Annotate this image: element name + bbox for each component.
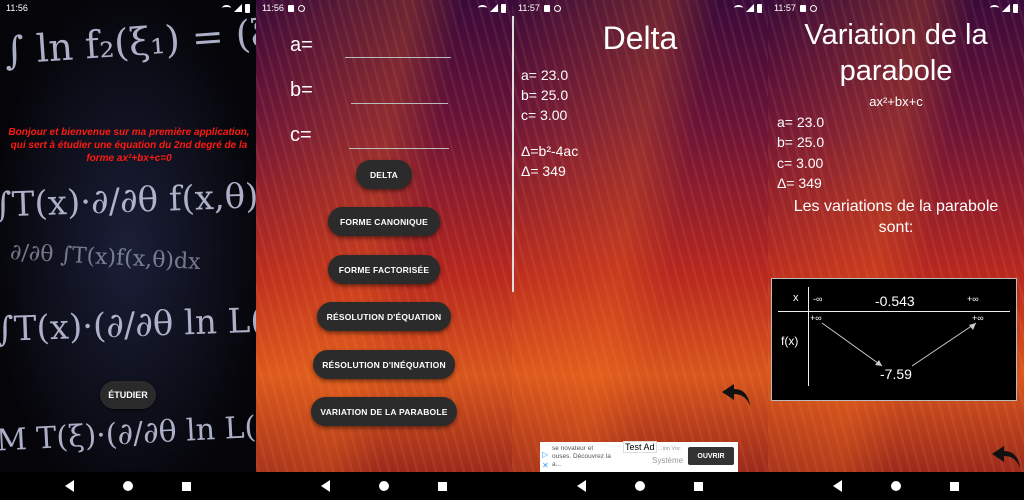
a-field[interactable] [345, 57, 451, 58]
wifi-icon [222, 5, 231, 11]
ad-text-3: a... [552, 461, 562, 468]
back-nav-icon[interactable] [320, 480, 330, 492]
ad-open-button[interactable]: OUVRIR [688, 447, 734, 465]
a-label: a= [290, 34, 313, 56]
recents-nav-icon[interactable] [438, 481, 448, 491]
navigation-bar [0, 472, 256, 500]
sync-icon [297, 4, 305, 12]
navigation-bar [512, 472, 768, 500]
status-bar: 11:57 [512, 0, 768, 16]
navigation-bar [768, 472, 1024, 500]
back-nav-icon[interactable] [64, 480, 74, 492]
wifi-icon [478, 5, 487, 11]
recents-nav-icon[interactable] [182, 481, 192, 491]
a-value: a= 23.0 [777, 114, 825, 130]
factored-form-button[interactable]: FORME FACTORISÉE [328, 255, 440, 284]
ad-choices-icon[interactable]: ▷ [542, 450, 548, 459]
signal-icon [746, 4, 754, 12]
back-arrow-icon[interactable] [990, 444, 1022, 470]
home-nav-icon[interactable] [890, 481, 901, 491]
signal-icon [490, 4, 498, 12]
notification-icon [287, 4, 294, 12]
a-value: a= 23.0 [521, 67, 569, 83]
page-title-line-1: Variation de la [804, 19, 988, 51]
home-nav-icon[interactable] [634, 481, 645, 491]
page-title: Delta [602, 20, 678, 56]
page-title-line-2: parabole [839, 55, 953, 87]
back-nav-icon[interactable] [576, 480, 586, 492]
back-nav-icon[interactable] [832, 480, 842, 492]
study-button[interactable]: ÉTUDIER [100, 381, 156, 409]
ad-text-1: se novateur et [552, 445, 594, 452]
status-bar: 11:57 [768, 0, 1024, 16]
sync-icon [809, 4, 817, 12]
battery-icon [757, 3, 762, 13]
sync-icon [553, 4, 561, 12]
delta-formula: Δ=b²-4ac [521, 143, 579, 159]
delta-value: Δ= 349 [777, 175, 822, 191]
status-time: 11:57 [774, 3, 796, 13]
screen-input: 11:56 a= b= c= DELTA FORME CANONIQUE FOR… [256, 0, 512, 500]
c-label: c= [290, 124, 312, 146]
battery-icon [245, 3, 250, 13]
ad-brand-1: ...ion Voc [658, 446, 681, 452]
status-time: 11:56 [262, 3, 284, 13]
wifi-icon [734, 5, 743, 11]
notification-icon [543, 4, 550, 12]
ad-banner[interactable]: Test Ad ▷ ✕ se novateur et ouses. Découv… [540, 441, 738, 472]
navigation-bar [256, 472, 512, 500]
ad-text-2: ouses. Découvrez la [552, 453, 611, 460]
solve-inequation-button[interactable]: RÉSOLUTION D'INÉQUATION [313, 350, 455, 379]
back-arrow-icon[interactable] [720, 382, 752, 408]
screen-welcome: ∫ ln f₂(ξ₁) = (ξ₁-a) μ(ξ₂) ∫T(x)·∂/∂θ f(… [0, 0, 256, 500]
ad-tag: Test Ad [623, 441, 657, 453]
wifi-icon [990, 5, 999, 11]
c-value: c= 3.00 [521, 107, 568, 123]
c-field[interactable] [349, 148, 449, 149]
ad-close-icon[interactable]: ✕ [542, 461, 549, 470]
screen-variation: 11:57 Variation de la parabole ax²+bx+c … [768, 0, 1024, 500]
c-value: c= 3.00 [777, 155, 824, 171]
parabola-variation-button[interactable]: VARIATION DE LA PARABOLE [311, 397, 457, 426]
status-bar: 11:56 [256, 0, 512, 16]
b-field[interactable] [351, 103, 448, 104]
signal-icon [234, 4, 242, 12]
variation-table: x -∞ -0.543 +∞ f(x) +∞ +∞ -7.59 [771, 278, 1017, 401]
variation-arrows [821, 322, 977, 367]
b-value: b= 25.0 [777, 134, 825, 150]
welcome-text: Bonjour et bienvenue sur ma première app… [8, 127, 250, 164]
variations-intro-line-2: sont: [878, 219, 914, 236]
battery-icon [501, 3, 506, 13]
ad-brand-2: Système [652, 456, 684, 465]
home-nav-icon[interactable] [122, 481, 133, 491]
status-time: 11:56 [6, 3, 28, 13]
screen-delta: 11:57 Delta a= 23.0 b= 25.0 c= 3.00 Δ=b²… [512, 0, 768, 500]
variations-intro-line-1: Les variations de la parabole [793, 198, 999, 215]
delta-value: Δ= 349 [521, 163, 566, 179]
delta-button[interactable]: DELTA [356, 160, 412, 189]
signal-icon [1002, 4, 1010, 12]
canonical-form-button[interactable]: FORME CANONIQUE [328, 207, 440, 236]
status-time: 11:57 [518, 3, 540, 13]
battery-icon [1013, 3, 1018, 13]
scrollbar[interactable] [512, 16, 514, 292]
solve-equation-button[interactable]: RÉSOLUTION D'ÉQUATION [317, 302, 451, 331]
recents-nav-icon[interactable] [950, 481, 960, 491]
equation-form: ax²+bx+c [869, 94, 923, 109]
notification-icon [799, 4, 806, 12]
status-bar: 11:56 [0, 0, 256, 16]
b-value: b= 25.0 [521, 87, 569, 103]
recents-nav-icon[interactable] [694, 481, 704, 491]
b-label: b= [290, 79, 313, 101]
home-nav-icon[interactable] [378, 481, 389, 491]
